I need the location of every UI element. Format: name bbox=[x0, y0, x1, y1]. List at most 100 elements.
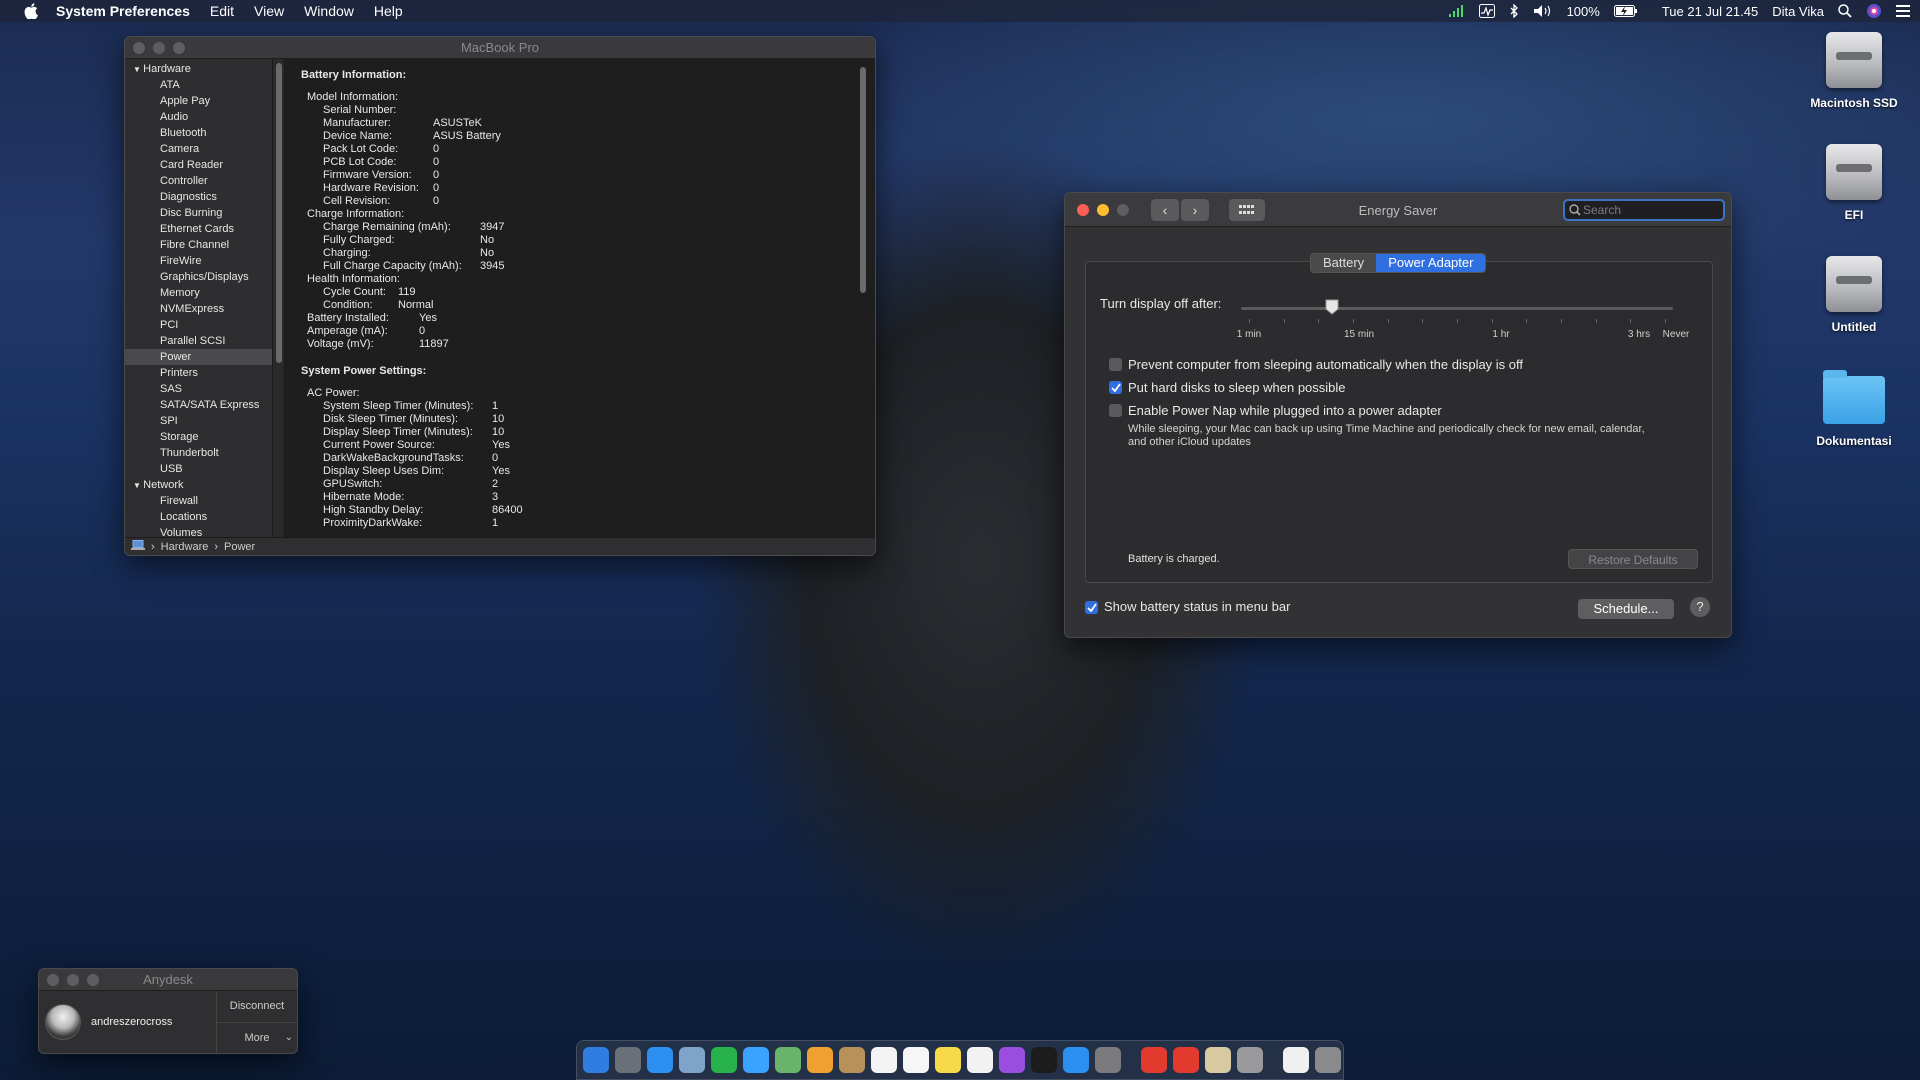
sidebar-item[interactable]: Disc Burning bbox=[125, 205, 284, 221]
desktop-icon-efi[interactable]: EFI bbox=[1799, 144, 1909, 222]
back-button[interactable]: ‹ bbox=[1151, 198, 1179, 221]
notification-center-icon[interactable] bbox=[1896, 3, 1910, 19]
title-bar[interactable]: ‹ › Energy Saver bbox=[1065, 193, 1731, 227]
sidebar-item[interactable]: Bluetooth bbox=[125, 125, 284, 141]
anydesk-icon[interactable] bbox=[1141, 1047, 1167, 1073]
restore-defaults-button[interactable]: Restore Defaults bbox=[1568, 549, 1698, 569]
minimize-button[interactable] bbox=[153, 41, 165, 54]
prevent-sleep-checkbox[interactable] bbox=[1109, 358, 1122, 371]
sidebar-item[interactable]: FireWire bbox=[125, 253, 284, 269]
display-off-slider[interactable] bbox=[1241, 307, 1673, 310]
preview-icon[interactable] bbox=[679, 1047, 705, 1073]
detail-scrollbar[interactable] bbox=[859, 67, 867, 529]
maps-icon[interactable] bbox=[775, 1047, 801, 1073]
battery-charging-icon[interactable] bbox=[1613, 3, 1638, 19]
trash-icon[interactable] bbox=[1315, 1047, 1341, 1073]
facetime-icon[interactable] bbox=[711, 1047, 737, 1073]
sidebar-item[interactable]: Printers bbox=[125, 365, 284, 381]
activity-monitor-icon[interactable] bbox=[1478, 3, 1495, 19]
menu-help[interactable]: Help bbox=[374, 3, 403, 19]
music-icon[interactable] bbox=[967, 1047, 993, 1073]
sidebar-item[interactable]: Locations bbox=[125, 509, 284, 525]
siri-icon[interactable] bbox=[1866, 3, 1882, 19]
sidebar-item[interactable]: Graphics/Displays bbox=[125, 269, 284, 285]
sidebar-item[interactable]: ATA bbox=[125, 77, 284, 93]
sidebar-item[interactable]: Volumes bbox=[125, 525, 284, 537]
volume-icon[interactable] bbox=[1533, 3, 1553, 19]
automator-icon[interactable] bbox=[1237, 1047, 1263, 1073]
path-power[interactable]: Power bbox=[224, 541, 255, 553]
zoom-button[interactable] bbox=[87, 973, 99, 986]
reminders-icon[interactable] bbox=[903, 1047, 929, 1073]
app-store-icon[interactable] bbox=[1063, 1047, 1089, 1073]
search-field[interactable] bbox=[1563, 199, 1725, 221]
title-bar[interactable]: Anydesk bbox=[39, 969, 297, 991]
sidebar-item[interactable]: Card Reader bbox=[125, 157, 284, 173]
calendar-icon[interactable] bbox=[871, 1047, 897, 1073]
sidebar-item[interactable]: Firewall bbox=[125, 493, 284, 509]
path-hardware[interactable]: Hardware bbox=[161, 541, 209, 553]
sidebar-item[interactable]: Storage bbox=[125, 429, 284, 445]
zoom-button[interactable] bbox=[1117, 203, 1129, 216]
more-button[interactable]: More ⌄ bbox=[217, 1023, 297, 1054]
anydesk-alt-icon[interactable] bbox=[1173, 1047, 1199, 1073]
sidebar-group[interactable]: ▼ Hardware bbox=[125, 61, 284, 77]
desktop-icon-untitled[interactable]: Untitled bbox=[1799, 256, 1909, 334]
sidebar-item[interactable]: Apple Pay bbox=[125, 93, 284, 109]
sidebar-item[interactable]: Controller bbox=[125, 173, 284, 189]
menu-view[interactable]: View bbox=[254, 3, 284, 19]
sidebar-item[interactable]: Parallel SCSI bbox=[125, 333, 284, 349]
option-disk-sleep[interactable]: Put hard disks to sleep when possible bbox=[1109, 380, 1346, 395]
photos-icon[interactable] bbox=[807, 1047, 833, 1073]
safari-icon[interactable] bbox=[647, 1047, 673, 1073]
system-preferences-icon[interactable] bbox=[1095, 1047, 1121, 1073]
close-button[interactable] bbox=[47, 973, 59, 986]
power-nap-checkbox[interactable] bbox=[1109, 404, 1122, 417]
disclosure-triangle-icon[interactable]: ▼ bbox=[133, 65, 143, 74]
disclosure-triangle-icon[interactable]: ▼ bbox=[133, 481, 143, 490]
sidebar-item[interactable]: PCI bbox=[125, 317, 284, 333]
sidebar-item[interactable]: SAS bbox=[125, 381, 284, 397]
launchpad-icon[interactable] bbox=[615, 1047, 641, 1073]
sidebar-item[interactable]: Memory bbox=[125, 285, 284, 301]
spotlight-search-icon[interactable] bbox=[1838, 3, 1852, 19]
apple-icon[interactable] bbox=[20, 3, 42, 19]
slider-knob[interactable] bbox=[1325, 299, 1339, 315]
podcasts-icon[interactable] bbox=[999, 1047, 1025, 1073]
schedule-button[interactable]: Schedule... bbox=[1578, 599, 1674, 619]
bluetooth-icon[interactable] bbox=[1509, 3, 1519, 19]
minimize-button[interactable] bbox=[1097, 203, 1109, 216]
search-input[interactable] bbox=[1583, 203, 1713, 217]
disk-sleep-checkbox[interactable] bbox=[1109, 381, 1122, 394]
tv-icon[interactable] bbox=[1031, 1047, 1057, 1073]
document-icon[interactable] bbox=[1283, 1047, 1309, 1073]
menu-window[interactable]: Window bbox=[304, 3, 354, 19]
tab-battery[interactable]: Battery bbox=[1311, 254, 1377, 272]
notes-icon[interactable] bbox=[935, 1047, 961, 1073]
option-power-nap[interactable]: Enable Power Nap while plugged into a po… bbox=[1109, 403, 1442, 418]
sidebar-item[interactable]: Fibre Channel bbox=[125, 237, 284, 253]
close-button[interactable] bbox=[1077, 203, 1089, 216]
script-icon[interactable] bbox=[1205, 1047, 1231, 1073]
sidebar-scrollbar[interactable] bbox=[272, 59, 284, 537]
signal-bars-icon[interactable] bbox=[1448, 3, 1465, 19]
messages-icon[interactable] bbox=[743, 1047, 769, 1073]
forward-button[interactable]: › bbox=[1181, 198, 1209, 221]
sidebar-item[interactable]: USB bbox=[125, 461, 284, 477]
sidebar-group[interactable]: ▼ Network bbox=[125, 477, 284, 493]
sidebar-item[interactable]: SATA/SATA Express bbox=[125, 397, 284, 413]
sidebar-item[interactable]: NVMExpress bbox=[125, 301, 284, 317]
sidebar-item[interactable]: Thunderbolt bbox=[125, 445, 284, 461]
tab-power-adapter[interactable]: Power Adapter bbox=[1376, 254, 1486, 272]
show-all-button[interactable] bbox=[1229, 198, 1265, 221]
title-bar[interactable]: MacBook Pro bbox=[125, 37, 875, 59]
menu-app-name[interactable]: System Preferences bbox=[56, 3, 190, 19]
finder-icon[interactable] bbox=[583, 1047, 609, 1073]
show-battery-checkbox[interactable] bbox=[1085, 600, 1098, 614]
sidebar-item[interactable]: Power bbox=[125, 349, 284, 365]
desktop-icon-macintosh-ssd[interactable]: Macintosh SSD bbox=[1799, 32, 1909, 110]
clock-datetime[interactable]: Tue 21 Jul 21.45 bbox=[1662, 3, 1758, 19]
notes-book-icon[interactable] bbox=[839, 1047, 865, 1073]
help-button[interactable]: ? bbox=[1690, 597, 1710, 617]
minimize-button[interactable] bbox=[67, 973, 79, 986]
